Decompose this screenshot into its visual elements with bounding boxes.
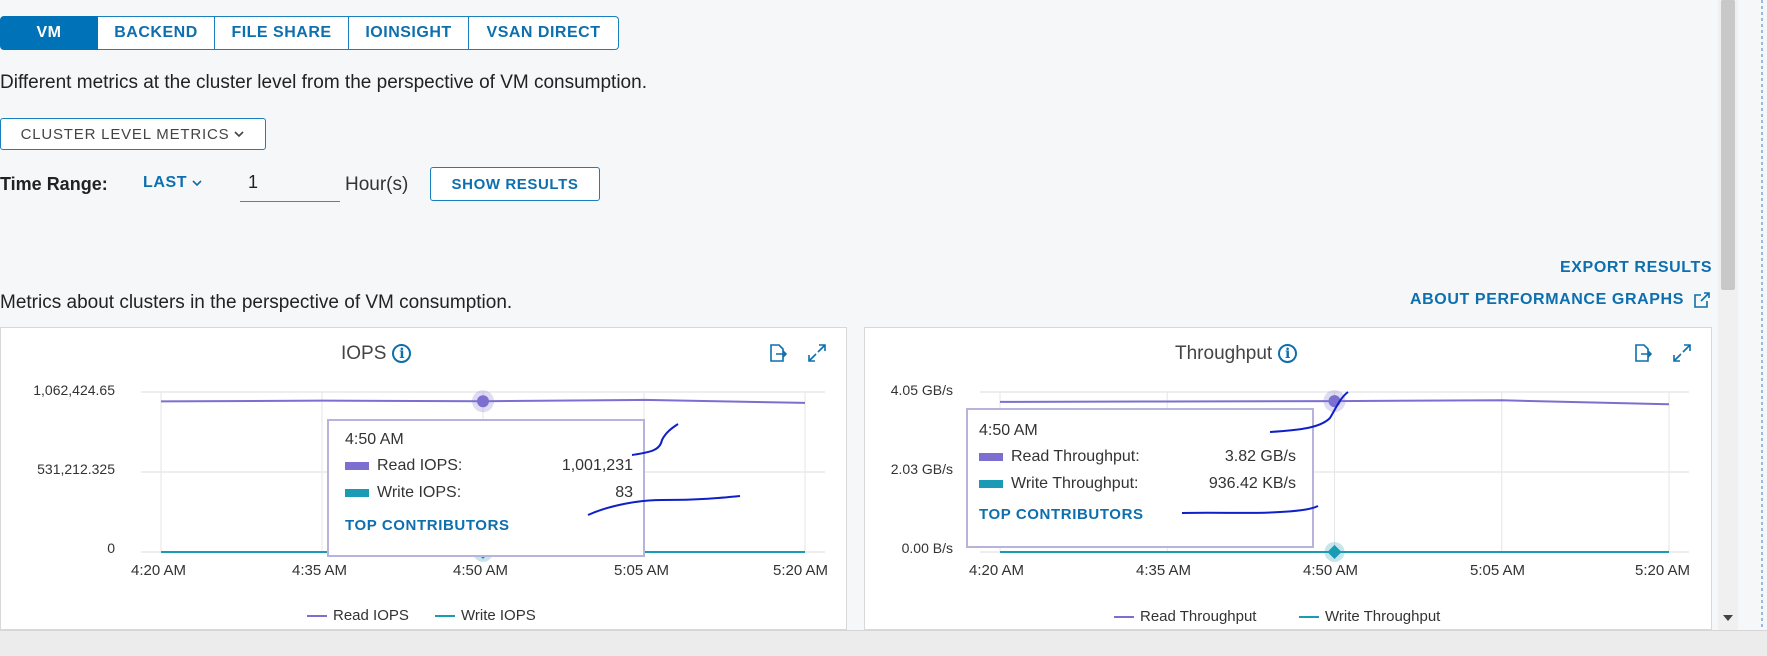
time-range-unit: Hour(s) (345, 174, 408, 196)
throughput-tooltip: 4:50 AM Read Throughput: 3.82 GB/s Write… (966, 408, 1314, 548)
chevron-down-icon (233, 129, 245, 139)
tab-ioinsight[interactable]: IOINSIGHT (349, 16, 469, 50)
chevron-down-icon (191, 178, 203, 188)
legend-swatch (1299, 616, 1319, 618)
legend-swatch (307, 615, 327, 617)
iops-chart-panel: IOPSi 1,062,424.65 531,212.325 0 4:20 AM… (0, 327, 847, 630)
tooltip-row-read: Read Throughput: (979, 448, 1140, 466)
tooltip-label: Write IOPS: (377, 484, 461, 502)
throughput-chart-panel: Throughputi 4.05 GB/s 2.03 GB/s 0.00 B/s… (864, 327, 1712, 630)
tooltip-label: Read Throughput: (1011, 448, 1140, 466)
tooltip-value: 1,001,231 (562, 457, 633, 475)
time-range-mode-dropdown[interactable]: LAST (143, 174, 203, 192)
about-performance-graphs-link[interactable]: ABOUT PERFORMANCE GRAPHS (1410, 290, 1712, 310)
legend-write-iops[interactable]: Write IOPS (435, 607, 536, 624)
iops-tooltip: 4:50 AM Read IOPS: 1,001,231 Write IOPS:… (327, 419, 645, 557)
scrollbar-thumb[interactable] (1721, 0, 1735, 290)
legend-read-throughput[interactable]: Read Throughput (1114, 608, 1256, 625)
top-contributors-link[interactable]: TOP CONTRIBUTORS (979, 506, 1144, 523)
page-description: Different metrics at the cluster level f… (0, 72, 647, 94)
x-tick-label: 5:05 AM (614, 562, 669, 579)
show-results-button[interactable]: SHOW RESULTS (430, 167, 600, 201)
x-tick-label: 5:20 AM (1635, 562, 1690, 579)
legend-label: Write Throughput (1325, 608, 1440, 625)
hover-point-read (1329, 395, 1341, 407)
metrics-dropdown-label: CLUSTER LEVEL METRICS (21, 126, 230, 143)
scroll-down-icon[interactable] (1722, 613, 1734, 623)
tooltip-label: Write Throughput: (1011, 475, 1138, 493)
time-range-label: Time Range: (0, 174, 108, 195)
tooltip-swatch (345, 489, 369, 497)
tab-vsan-direct[interactable]: VSAN DIRECT (469, 16, 619, 50)
tooltip-swatch (979, 480, 1003, 488)
tooltip-swatch (345, 462, 369, 470)
x-tick-label: 4:35 AM (1136, 562, 1191, 579)
tooltip-swatch (979, 453, 1003, 461)
metrics-dropdown[interactable]: CLUSTER LEVEL METRICS (0, 118, 266, 150)
legend-swatch (435, 615, 455, 617)
x-tick-label: 4:20 AM (969, 562, 1024, 579)
tooltip-value: 83 (615, 484, 633, 502)
hover-point-read (477, 395, 489, 407)
time-range-mode: LAST (143, 174, 187, 192)
x-tick-label: 5:20 AM (773, 562, 828, 579)
tooltip-row-write: Write Throughput: (979, 475, 1138, 493)
about-performance-graphs-label: ABOUT PERFORMANCE GRAPHS (1410, 291, 1684, 309)
tooltip-time: 4:50 AM (345, 431, 404, 449)
export-results-link[interactable]: EXPORT RESULTS (1560, 259, 1712, 277)
tab-bar: VM BACKEND FILE SHARE IOINSIGHT VSAN DIR… (0, 16, 619, 50)
x-tick-label: 4:50 AM (1303, 562, 1358, 579)
tooltip-time: 4:50 AM (979, 422, 1038, 440)
tab-vm[interactable]: VM (0, 16, 98, 50)
tooltip-label: Read IOPS: (377, 457, 462, 475)
tooltip-row-write: Write IOPS: (345, 484, 461, 502)
legend-read-iops[interactable]: Read IOPS (307, 607, 409, 624)
legend-write-throughput[interactable]: Write Throughput (1299, 608, 1440, 625)
top-contributors-link[interactable]: TOP CONTRIBUTORS (345, 517, 510, 534)
tooltip-value: 936.42 KB/s (1209, 475, 1296, 493)
x-tick-label: 4:35 AM (292, 562, 347, 579)
legend-label: Read Throughput (1140, 608, 1256, 625)
tab-backend[interactable]: BACKEND (98, 16, 215, 50)
legend-label: Write IOPS (461, 607, 536, 624)
tab-file-share[interactable]: FILE SHARE (215, 16, 349, 50)
time-range-value-input[interactable]: 1 (240, 172, 340, 202)
section-description: Metrics about clusters in the perspectiv… (0, 292, 512, 314)
tooltip-row-read: Read IOPS: (345, 457, 462, 475)
x-tick-label: 4:20 AM (131, 562, 186, 579)
x-tick-label: 4:50 AM (453, 562, 508, 579)
legend-label: Read IOPS (333, 607, 409, 624)
tooltip-value: 3.82 GB/s (1225, 448, 1296, 466)
bottom-bar (0, 630, 1767, 656)
external-link-icon (1692, 290, 1712, 310)
x-tick-label: 5:05 AM (1470, 562, 1525, 579)
legend-swatch (1114, 616, 1134, 618)
